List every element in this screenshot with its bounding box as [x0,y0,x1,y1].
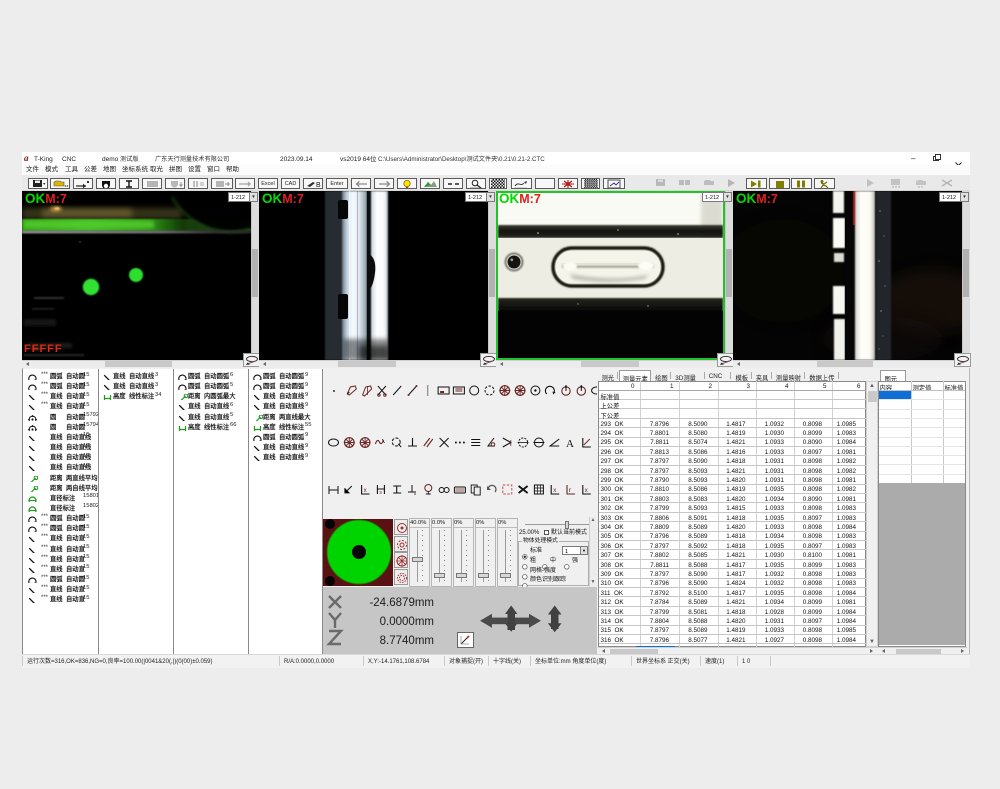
svg-text:A: A [566,438,574,450]
svg-text:-24.6879mm: -24.6879mm [369,597,434,609]
svg-text:s: s [379,490,382,496]
svg-text:0.0000mm: 0.0000mm [379,616,433,628]
svg-text:B: B [316,182,321,189]
svg-text:r: r [569,488,571,494]
svg-text:x: x [553,488,556,494]
svg-text:x: x [363,488,366,494]
svg-text:8.7740mm: 8.7740mm [379,635,433,647]
svg-text:FFFFF: FFFFF [24,343,63,355]
svg-text:x: x [584,488,587,494]
